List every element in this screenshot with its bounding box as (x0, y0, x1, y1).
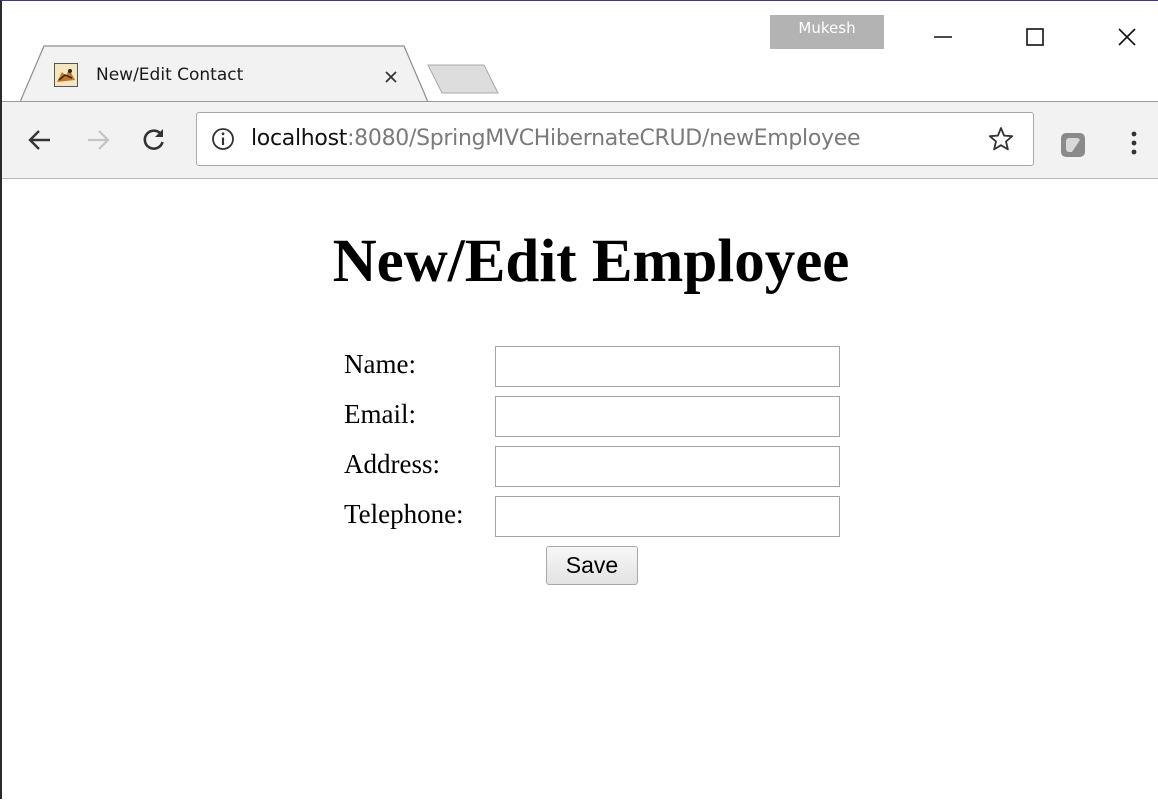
minimize-icon (934, 36, 952, 38)
close-window-button[interactable] (1104, 17, 1150, 57)
name-label: Name: (344, 349, 416, 379)
arrow-right-icon (88, 130, 110, 150)
maximize-icon (1026, 28, 1044, 46)
page-content: New/Edit Employee Name: Email: Address: … (2, 179, 1158, 800)
browser-window: Mukesh New/Edit Contact localhost:8080/S… (0, 0, 1158, 799)
save-button[interactable]: Save (546, 546, 638, 585)
bookmark-button[interactable] (987, 125, 1015, 153)
url-host: localhost (251, 126, 348, 151)
tab-title: New/Edit Contact (96, 65, 244, 85)
tab-close-button[interactable] (378, 65, 404, 89)
telephone-label: Telephone: (344, 499, 464, 529)
email-input[interactable] (495, 396, 840, 437)
more-vertical-icon[interactable] (1126, 128, 1142, 158)
reload-icon (143, 129, 164, 150)
new-tab-button[interactable] (426, 61, 500, 95)
address-label: Address: (344, 449, 440, 479)
address-bar[interactable]: localhost:8080/SpringMVCHibernateCRUD/ne… (196, 112, 1034, 166)
reload-button[interactable] (136, 122, 172, 158)
url-text[interactable]: localhost:8080/SpringMVCHibernateCRUD/ne… (251, 126, 861, 151)
browser-toolbar: localhost:8080/SpringMVCHibernateCRUD/ne… (2, 101, 1158, 179)
arrow-left-icon (28, 130, 50, 150)
maximize-button[interactable] (1012, 17, 1058, 57)
url-path: :8080/SpringMVCHibernateCRUD/newEmployee (347, 126, 861, 151)
page-title: New/Edit Employee (332, 228, 850, 295)
telephone-input[interactable] (495, 496, 840, 537)
tomcat-favicon-icon (54, 63, 78, 87)
email-label: Email: (344, 399, 416, 429)
star-icon (988, 127, 1014, 151)
back-button[interactable] (22, 122, 58, 158)
profile-badge[interactable]: Mukesh (770, 15, 884, 49)
address-input[interactable] (495, 446, 840, 487)
tab-strip: Mukesh New/Edit Contact (2, 1, 1158, 103)
close-icon (385, 71, 397, 83)
name-input[interactable] (495, 346, 840, 387)
close-icon (1118, 28, 1136, 46)
info-icon[interactable] (211, 127, 235, 151)
forward-button[interactable] (80, 122, 116, 158)
minimize-button[interactable] (920, 17, 966, 57)
extension-icon[interactable] (1060, 132, 1086, 158)
